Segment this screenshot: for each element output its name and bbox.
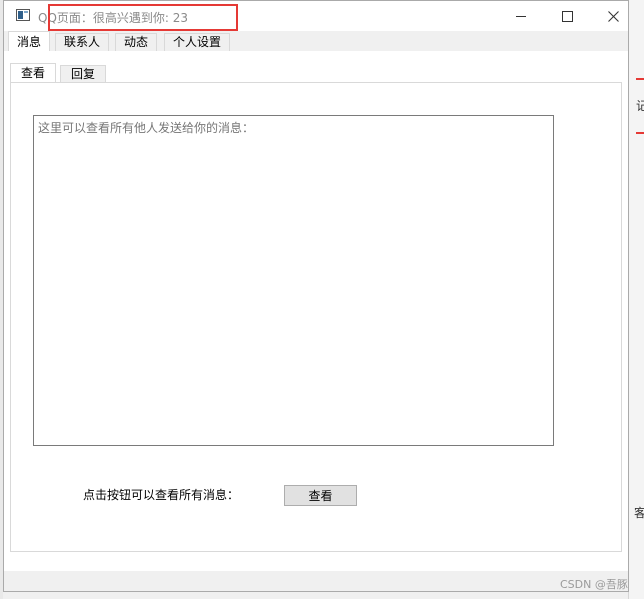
status-bar — [4, 571, 628, 591]
messages-tab-page: 查看 回复 点击按钮可以查看所有消息： 查看 — [4, 51, 628, 571]
maximize-button[interactable] — [544, 1, 590, 31]
message-view-textarea[interactable] — [33, 115, 554, 446]
view-messages-button[interactable]: 查看 — [284, 485, 357, 506]
watermark: CSDN @吾豚 — [560, 578, 628, 591]
tab-reply[interactable]: 回复 — [60, 65, 107, 82]
view-tab-page: 点击按钮可以查看所有消息： 查看 — [10, 82, 622, 552]
background-text-fragment: 客 — [634, 506, 644, 520]
tab-view[interactable]: 查看 — [10, 63, 57, 83]
tab-personal-settings[interactable]: 个人设置 — [164, 33, 231, 51]
app-window-icon — [16, 9, 30, 21]
maximize-icon — [561, 10, 573, 22]
tab-moments[interactable]: 动态 — [115, 33, 158, 51]
tab-contacts[interactable]: 联系人 — [55, 33, 110, 51]
title-bar[interactable]: QQ页面：很高兴遇到你: 23 — [4, 1, 628, 31]
minimize-icon — [516, 15, 526, 17]
message-sub-tab-bar: 查看 回复 — [10, 63, 614, 83]
close-button[interactable] — [590, 1, 636, 31]
background-text-fragment: 记 — [636, 99, 644, 113]
view-hint-label: 点击按钮可以查看所有消息： — [83, 488, 240, 502]
qq-main-window: QQ页面：很高兴遇到你: 23 消息 联系人 动态 个人设置 查看 回复 这里可… — [3, 0, 629, 592]
main-tab-bar: 消息 联系人 动态 个人设置 — [4, 31, 628, 52]
minimize-button[interactable] — [498, 1, 544, 31]
tab-messages[interactable]: 消息 — [8, 31, 51, 52]
title-highlight-annotation — [48, 4, 238, 31]
screen: 记 客 QQ页面：很高兴遇到你: 23 消息 联系人 动态 个人设置 查看 回复… — [0, 0, 644, 599]
close-icon — [607, 10, 619, 22]
